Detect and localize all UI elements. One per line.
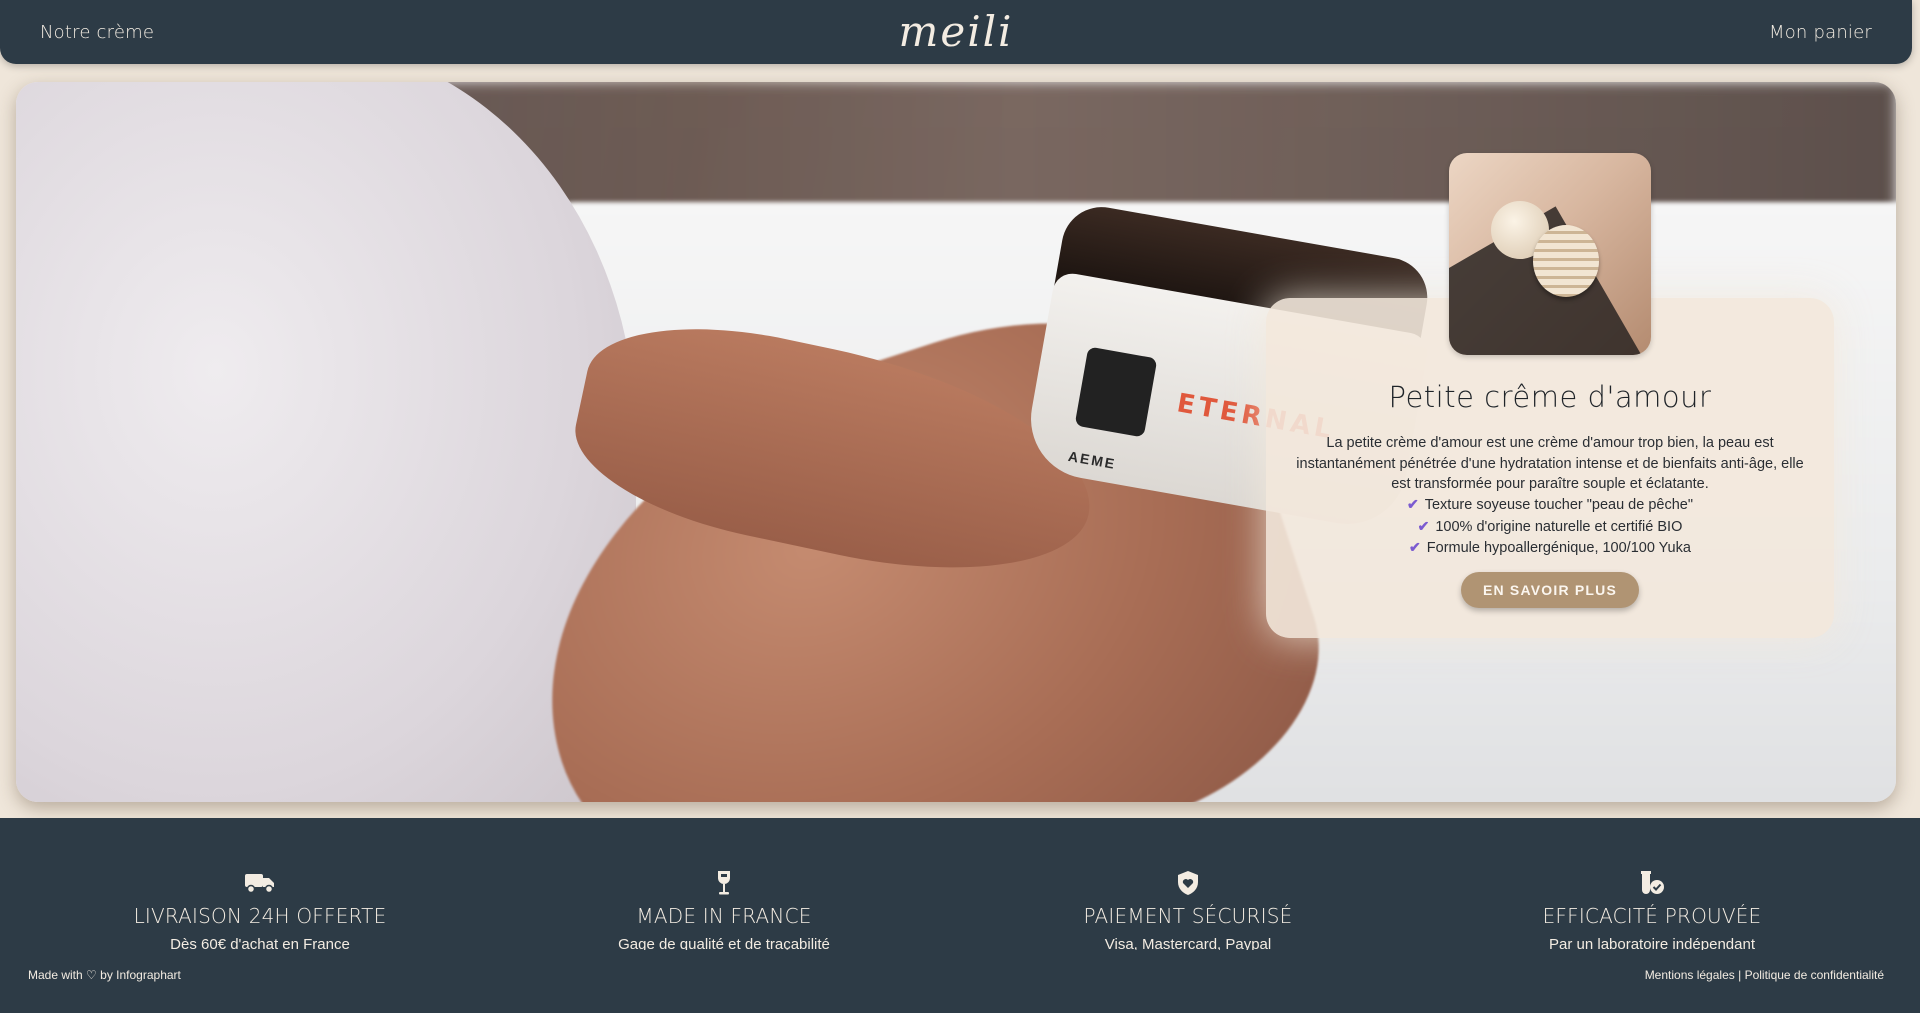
feature-subtitle: Visa, Mastercard, Paypal xyxy=(1104,936,1272,950)
brand-logo[interactable]: meili xyxy=(899,10,1014,54)
privacy-policy-link[interactable]: Politique de confidentialité xyxy=(1745,968,1884,982)
check-icon: ✔ xyxy=(1407,496,1419,512)
product-title: Petite crême d'amour xyxy=(1388,380,1712,414)
feature-proven-efficacy: EFFICACITÉ PROUVÉE Par un laboratoire in… xyxy=(1422,868,1882,950)
legal-separator: | xyxy=(1738,968,1742,982)
site-header: Notre crème meili Mon panier xyxy=(0,0,1912,64)
shield-heart-icon xyxy=(958,868,1418,898)
feature-title: EFFICACITÉ PROUVÉE xyxy=(1542,904,1762,928)
feature-secure-payment: PAIEMENT SÉCURISÉ Visa, Mastercard, Payp… xyxy=(958,868,1418,950)
feature-subtitle: Dès 60€ d'achat en France xyxy=(170,936,350,950)
legal-notice-link[interactable]: Mentions légales xyxy=(1645,968,1735,982)
feature-made-in-france: MADE IN FRANCE Gage de qualité et de tra… xyxy=(494,868,954,950)
site-footer: LIVRAISON 24H OFFERTE Dès 60€ d'achat en… xyxy=(0,818,1920,1013)
truck-icon xyxy=(30,868,490,898)
product-thumbnail xyxy=(1449,153,1651,355)
nav-cart-link[interactable]: Mon panier xyxy=(1769,22,1872,43)
lab-check-icon xyxy=(1422,868,1882,898)
product-feature-list: ✔ Texture soyeuse toucher "peau de pêche"… xyxy=(1266,494,1834,559)
feature-item: ✔ Texture soyeuse toucher "peau de pêche" xyxy=(1407,496,1693,513)
check-icon: ✔ xyxy=(1409,539,1421,555)
feature-item: ✔ Formule hypoallergénique, 100/100 Yuka xyxy=(1409,539,1691,556)
nav-our-cream-link[interactable]: Notre crème xyxy=(40,22,154,43)
feature-subtitle: Gage de qualité et de traçabilité xyxy=(618,936,830,950)
learn-more-button[interactable]: EN SAVOIR PLUS xyxy=(1461,572,1639,608)
wine-glass-icon xyxy=(494,868,954,898)
feature-delivery: LIVRAISON 24H OFFERTE Dès 60€ d'achat en… xyxy=(30,868,490,950)
check-icon: ✔ xyxy=(1417,517,1430,534)
feature-title: LIVRAISON 24H OFFERTE xyxy=(133,904,387,928)
legal-links: Mentions légales | Politique de confiden… xyxy=(1645,968,1884,982)
feature-title: MADE IN FRANCE xyxy=(636,904,812,928)
heart-icon: ♡ xyxy=(86,968,97,982)
credits: Made with ♡ by Infographart xyxy=(28,968,181,982)
feature-subtitle: Par un laboratoire indépendant xyxy=(1549,936,1755,950)
product-description: La petite crème d'amour est une crème d'… xyxy=(1296,435,1804,492)
feature-item: ✔ 100% d'origine naturelle et certifié BI… xyxy=(1417,517,1683,535)
feature-title: PAIEMENT SÉCURISÉ xyxy=(1083,904,1293,928)
